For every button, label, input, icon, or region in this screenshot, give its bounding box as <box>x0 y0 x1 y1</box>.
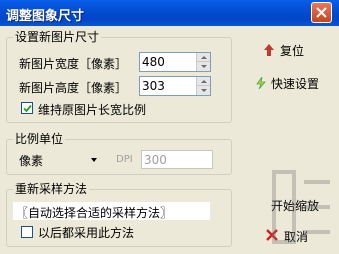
lightning-icon <box>256 77 266 89</box>
width-value: 480 <box>142 55 165 69</box>
width-label: 新图片宽度［像素］ <box>19 57 128 71</box>
watermark-graphic <box>272 170 330 244</box>
chevron-down-icon <box>91 158 97 162</box>
resample-group-title: 重新采样方法 <box>13 182 90 196</box>
arrow-down-icon <box>201 65 207 68</box>
remember-method-label[interactable]: 以后都采用此方法 <box>38 224 134 241</box>
unit-group-title: 比例单位 <box>13 132 66 146</box>
size-group-title: 设置新图片尺寸 <box>13 30 102 44</box>
width-stepper[interactable]: 480 <box>139 52 211 72</box>
close-icon <box>316 7 327 18</box>
keep-ratio-checkbox[interactable] <box>21 102 33 114</box>
height-increment-button[interactable] <box>196 77 210 86</box>
resample-method-select[interactable]: 〖自动选择合适的采样方法〗 <box>13 202 210 220</box>
arrow-up-icon <box>264 44 274 56</box>
height-decrement-button[interactable] <box>196 86 210 95</box>
reset-label: 复位 <box>280 44 305 58</box>
resize-dialog: 调整图象尺寸 设置新图片尺寸 新图片宽度［像素］ 480 新图片高度［像素］ 3… <box>0 0 339 254</box>
resample-method-value: 〖自动选择合适的采样方法〗 <box>16 206 173 220</box>
height-label: 新图片高度［像素］ <box>19 81 128 95</box>
height-value: 303 <box>142 79 165 93</box>
title-bar[interactable]: 调整图象尺寸 <box>0 0 339 26</box>
arrow-up-icon <box>201 56 207 59</box>
checkmark-icon <box>23 104 32 113</box>
dpi-stepper: 300 <box>141 150 213 169</box>
dpi-label: DPI <box>116 154 133 165</box>
dpi-value: 300 <box>144 153 167 167</box>
arrow-up-icon <box>201 80 207 83</box>
window-title: 调整图象尺寸 <box>6 9 85 24</box>
width-increment-button[interactable] <box>196 53 210 62</box>
quick-settings-label: 快速设置 <box>271 77 320 91</box>
unit-selected-value: 像素 <box>19 154 44 168</box>
width-decrement-button[interactable] <box>196 62 210 71</box>
arrow-down-icon <box>201 89 207 92</box>
keep-ratio-label[interactable]: 维持原图片长宽比例 <box>38 101 146 118</box>
unit-select[interactable]: 像素 <box>19 152 101 168</box>
close-button[interactable] <box>311 2 332 23</box>
height-stepper[interactable]: 303 <box>139 76 211 96</box>
remember-method-checkbox[interactable] <box>21 226 33 238</box>
